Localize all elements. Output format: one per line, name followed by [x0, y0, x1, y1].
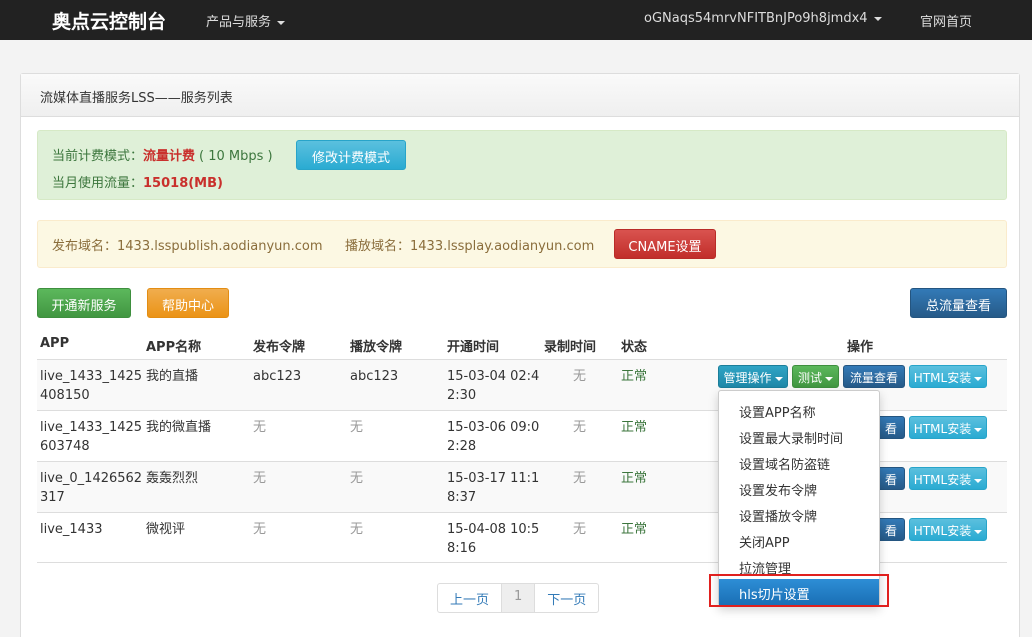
- status-text: 正常: [621, 471, 648, 486]
- col-record-time: 录制时间: [544, 340, 597, 355]
- test-button[interactable]: 测试: [792, 365, 839, 388]
- prev-page-link[interactable]: 上一页: [438, 584, 503, 612]
- html-install-label: HTML安装: [913, 422, 972, 436]
- pagination: 上一页 1 下一页: [437, 583, 600, 613]
- app-id: live_0_1426562 317: [40, 471, 143, 505]
- publish-token: 无: [253, 522, 267, 537]
- col-app: APP: [40, 336, 70, 351]
- menu-item-set-domain-antileech[interactable]: 设置域名防盗链: [719, 449, 879, 475]
- home-link[interactable]: 官网首页: [920, 11, 972, 30]
- panel-title: 流媒体直播服务LSS——服务列表: [21, 74, 1019, 117]
- app-name: 我的微直播: [146, 420, 212, 435]
- products-menu-label: 产品与服务: [206, 15, 272, 30]
- usage-line: 当月使用流量：15018(MB): [52, 172, 223, 191]
- play-token: 无: [350, 420, 364, 435]
- app-id: live_1433: [40, 522, 103, 537]
- billing-bandwidth: ( 10 Mbps ): [199, 149, 273, 164]
- highlight-annotation: [709, 574, 889, 607]
- play-token: 无: [350, 471, 364, 486]
- top-navbar: 奥点云控制台 产品与服务 oGNaqs54mrvNFITBnJPo9h8jmdx…: [0, 0, 1032, 40]
- open-time: 15-03-17 11:1 8:37: [447, 471, 540, 505]
- app-name: 微视评: [146, 522, 186, 537]
- html-install-label: HTML安装: [913, 473, 972, 487]
- publish-token: abc123: [253, 369, 302, 384]
- cname-settings-button[interactable]: CNAME设置: [614, 229, 716, 259]
- usage-value: 15018(MB): [143, 176, 223, 191]
- manage-ops-label: 管理操作: [723, 371, 772, 385]
- billing-mode-value: 流量计费: [143, 149, 196, 164]
- menu-item-set-play-token[interactable]: 设置播放令牌: [719, 501, 879, 527]
- publish-token: 无: [253, 420, 267, 435]
- menu-item-set-publish-token[interactable]: 设置发布令牌: [719, 475, 879, 501]
- chevron-down-icon: [974, 478, 983, 483]
- html-install-button[interactable]: HTML安装: [909, 518, 987, 541]
- menu-item-set-max-record-time[interactable]: 设置最大录制时间: [719, 423, 879, 449]
- app-id: live_1433_1425 603748: [40, 420, 143, 454]
- record-time: 无: [573, 471, 587, 486]
- chevron-down-icon: [974, 376, 983, 381]
- html-install-button[interactable]: HTML安装: [909, 365, 987, 388]
- play-token: abc123: [350, 369, 399, 384]
- change-billing-button[interactable]: 修改计费模式: [296, 140, 406, 170]
- chevron-down-icon: [974, 427, 983, 432]
- status-text: 正常: [621, 420, 648, 435]
- record-time: 无: [573, 420, 587, 435]
- domain-alert: 发布域名：1433.lsspublish.aodianyun.com 播放域名：…: [37, 220, 1007, 268]
- html-install-label: HTML安装: [913, 524, 972, 538]
- menu-item-set-app-name[interactable]: 设置APP名称: [719, 397, 879, 423]
- col-app-name: APP名称: [146, 340, 202, 355]
- app-name: 我的直播: [146, 369, 199, 384]
- total-traffic-button[interactable]: 总流量查看: [910, 288, 1007, 318]
- col-operations: 操作: [847, 340, 874, 355]
- record-time: 无: [573, 522, 587, 537]
- status-text: 正常: [621, 369, 648, 384]
- app-id: live_1433_1425 408150: [40, 369, 143, 403]
- new-service-button[interactable]: 开通新服务: [37, 288, 131, 318]
- manage-ops-button[interactable]: 管理操作: [718, 365, 788, 388]
- products-menu[interactable]: 产品与服务: [206, 11, 286, 30]
- play-token: 无: [350, 522, 364, 537]
- col-publish-token: 发布令牌: [253, 340, 306, 355]
- html-install-button[interactable]: HTML安装: [909, 416, 987, 439]
- usage-label: 当月使用流量：: [52, 176, 144, 191]
- play-domain: 播放域名：1433.lssplay.aodianyun.com: [345, 239, 595, 254]
- billing-alert: 当前计费模式：流量计费( 10 Mbps ) 修改计费模式 当月使用流量：150…: [37, 130, 1007, 200]
- brand-logo[interactable]: 奥点云控制台: [52, 7, 166, 34]
- publish-domain: 发布域名：1433.lsspublish.aodianyun.com: [52, 239, 323, 254]
- next-page-link[interactable]: 下一页: [535, 584, 598, 612]
- traffic-view-button[interactable]: 看: [877, 467, 905, 490]
- user-menu[interactable]: oGNaqs54mrvNFITBnJPo9h8jmdx4: [644, 11, 882, 26]
- record-time: 无: [573, 369, 587, 384]
- status-text: 正常: [621, 522, 648, 537]
- traffic-view-button[interactable]: 看: [877, 416, 905, 439]
- col-open-time: 开通时间: [447, 340, 500, 355]
- traffic-view-button[interactable]: 流量查看: [843, 365, 905, 388]
- chevron-down-icon: [873, 16, 882, 21]
- open-time: 15-03-06 09:0 2:28: [447, 420, 540, 454]
- app-name: 轰轰烈烈: [146, 471, 199, 486]
- user-menu-label: oGNaqs54mrvNFITBnJPo9h8jmdx4: [644, 11, 868, 26]
- traffic-view-button[interactable]: 看: [877, 518, 905, 541]
- publish-token: 无: [253, 471, 267, 486]
- chevron-down-icon: [825, 376, 833, 381]
- billing-mode-label: 当前计费模式：: [52, 149, 144, 164]
- col-status: 状态: [621, 340, 648, 355]
- billing-mode-line: 当前计费模式：流量计费( 10 Mbps ): [52, 145, 273, 164]
- test-label: 测试: [797, 371, 822, 385]
- chevron-down-icon: [774, 376, 783, 381]
- current-page: 1: [502, 584, 536, 612]
- chevron-down-icon: [974, 529, 983, 534]
- html-install-button[interactable]: HTML安装: [909, 467, 987, 490]
- chevron-down-icon: [277, 20, 286, 25]
- open-time: 15-04-08 10:5 8:16: [447, 522, 540, 556]
- menu-item-close-app[interactable]: 关闭APP: [719, 527, 879, 553]
- help-center-button[interactable]: 帮助中心: [147, 288, 229, 318]
- col-play-token: 播放令牌: [350, 340, 403, 355]
- open-time: 15-03-04 02:4 2:30: [447, 369, 540, 403]
- html-install-label: HTML安装: [913, 371, 972, 385]
